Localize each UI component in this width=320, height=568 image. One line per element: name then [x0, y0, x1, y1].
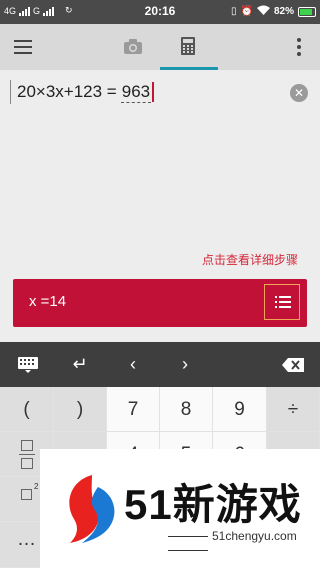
vibrate-icon: ▯ [231, 6, 237, 17]
power-exponent-icon: 2 [34, 482, 39, 491]
result-bar[interactable]: x =14 [13, 279, 307, 327]
cursor-right-button[interactable]: › [160, 342, 210, 387]
power-base-icon [21, 489, 32, 500]
watermark-brand: 51新游戏 [124, 481, 302, 528]
steps-list-button[interactable] [264, 284, 300, 320]
expression-text: 20×3x+123 = [17, 82, 117, 101]
keyboard-icon [18, 357, 38, 374]
key-divide[interactable]: ÷ [267, 387, 320, 432]
watermark-url-row: 51chengyu.com [164, 529, 320, 557]
alarm-icon: ⏰ [240, 6, 253, 17]
answer-box[interactable]: 963 [120, 82, 152, 103]
enter-icon: ↵ [72, 354, 88, 374]
text-cursor [152, 82, 155, 102]
divider [168, 550, 208, 552]
expression-area[interactable]: 20×3x+123 = 963 ✕ 点击查看详细步骤 [0, 70, 320, 270]
backspace-icon [282, 358, 304, 373]
right-arrow-icon: › [182, 354, 188, 374]
keyboard-toggle-button[interactable] [3, 342, 53, 387]
calculator-icon [181, 37, 195, 55]
watermark-overlay: 51新游戏 51chengyu.com [40, 449, 320, 568]
key-left-paren[interactable]: ( [0, 387, 54, 432]
fraction-icon [19, 438, 35, 472]
battery-percent: 82% [273, 6, 294, 17]
key-9[interactable]: 9 [213, 387, 267, 432]
status-bar: 4G G ↻ 20:16 ▯ ⏰ 82% [0, 0, 320, 24]
view-steps-link[interactable]: 点击查看详细步骤 [202, 251, 298, 268]
expression-line[interactable]: 20×3x+123 = 963 [10, 80, 155, 104]
watermark-url: 51chengyu.com [212, 529, 297, 543]
cursor-left-button[interactable]: ‹ [108, 342, 158, 387]
clear-button[interactable]: ✕ [290, 84, 308, 102]
left-arrow-icon: ‹ [130, 354, 136, 374]
result-text: x =14 [29, 293, 67, 310]
enter-button[interactable]: ↵ [55, 342, 105, 387]
status-right: ▯ ⏰ 82% [231, 5, 316, 18]
tab-camera[interactable] [108, 24, 158, 70]
camera-icon [124, 39, 142, 54]
close-icon: ✕ [293, 86, 305, 100]
keyboard-toolbar: ↵ ‹ › [0, 342, 320, 387]
key-7[interactable]: 7 [107, 387, 160, 432]
top-toolbar [0, 24, 320, 70]
more-options-icon[interactable] [288, 38, 310, 56]
menu-icon[interactable] [14, 40, 32, 54]
backspace-button[interactable] [268, 342, 318, 387]
key-right-paren[interactable]: ) [54, 387, 107, 432]
key-8[interactable]: 8 [160, 387, 213, 432]
divider [168, 536, 208, 538]
wifi-icon [256, 5, 270, 18]
tab-calculator[interactable] [160, 24, 218, 70]
watermark-logo-icon [69, 475, 115, 543]
battery-icon [298, 6, 316, 17]
